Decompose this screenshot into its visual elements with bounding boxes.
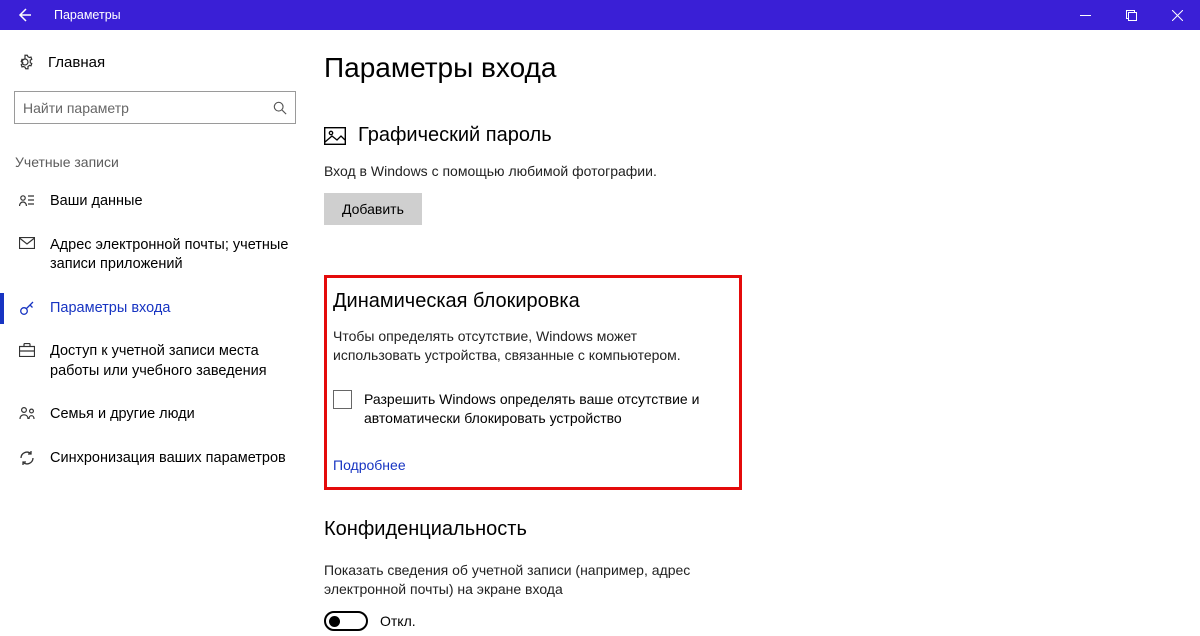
section-heading: Конфиденциальность <box>324 518 1180 541</box>
sidebar-item-label: Ваши данные <box>50 192 143 212</box>
sync-icon <box>18 449 36 466</box>
window-title: Параметры <box>48 8 1062 22</box>
checkbox-label: Разрешить Windows определять ваше отсутс… <box>364 390 704 428</box>
sidebar-item-work-access[interactable]: Доступ к учетной записи места работы или… <box>14 330 296 393</box>
person-card-icon <box>18 192 36 207</box>
sidebar-item-family[interactable]: Семья и другие люди <box>14 393 296 437</box>
mail-icon <box>18 236 36 249</box>
home-link[interactable]: Главная <box>14 47 296 79</box>
sidebar-item-label: Доступ к учетной записи места работы или… <box>50 342 290 381</box>
sidebar-item-signin-options[interactable]: Параметры входа <box>14 287 296 331</box>
page-title: Параметры входа <box>324 52 1180 84</box>
close-button[interactable] <box>1154 0 1200 30</box>
search-input[interactable] <box>23 100 273 116</box>
section-heading: Графический пароль <box>358 124 552 147</box>
sidebar-item-label: Синхронизация ваших параметров <box>50 449 286 469</box>
sidebar-item-label: Параметры входа <box>50 299 170 319</box>
arrow-left-icon <box>16 7 32 23</box>
picture-icon <box>324 127 346 145</box>
sidebar-nav: Ваши данные Адрес электронной почты; уче… <box>14 180 296 481</box>
sidebar-item-your-info[interactable]: Ваши данные <box>14 180 296 224</box>
toggle-state-label: Откл. <box>380 613 416 629</box>
sidebar-item-sync[interactable]: Синхронизация ваших параметров <box>14 437 296 481</box>
content: Параметры входа Графический пароль Вход … <box>306 30 1200 636</box>
dynamic-lock-checkbox[interactable] <box>333 390 352 409</box>
key-icon <box>18 299 36 316</box>
search-box[interactable] <box>14 91 296 124</box>
privacy-toggle[interactable] <box>324 611 368 631</box>
window-controls <box>1062 0 1200 30</box>
section-description: Чтобы определять отсутствие, Windows мож… <box>333 327 723 365</box>
sidebar-item-label: Семья и другие люди <box>50 405 195 425</box>
sidebar-item-email[interactable]: Адрес электронной почты; учетные записи … <box>14 224 296 287</box>
learn-more-link[interactable]: Подробнее <box>333 457 406 473</box>
minimize-button[interactable] <box>1062 0 1108 30</box>
dynamic-lock-section: Динамическая блокировка Чтобы определять… <box>324 275 742 491</box>
sidebar-item-label: Адрес электронной почты; учетные записи … <box>50 236 290 275</box>
section-description: Вход в Windows с помощью любимой фотогра… <box>324 162 744 181</box>
home-label: Главная <box>48 54 105 71</box>
sidebar-group-header: Учетные записи <box>14 154 296 170</box>
briefcase-icon <box>18 342 36 357</box>
add-button[interactable]: Добавить <box>324 193 422 225</box>
titlebar: Параметры <box>0 0 1200 30</box>
people-icon <box>18 405 36 420</box>
toggle-knob <box>329 616 340 627</box>
section-heading: Динамическая блокировка <box>333 290 733 313</box>
sidebar: Главная Учетные записи Ваши данные Адрес… <box>0 30 306 636</box>
dynamic-lock-checkbox-row: Разрешить Windows определять ваше отсутс… <box>333 390 733 428</box>
maximize-button[interactable] <box>1108 0 1154 30</box>
picture-password-section: Графический пароль Вход в Windows с помо… <box>324 124 1180 225</box>
section-description: Показать сведения об учетной записи (нап… <box>324 561 694 599</box>
gear-icon <box>16 53 34 71</box>
search-icon <box>273 101 287 115</box>
back-button[interactable] <box>0 0 48 30</box>
privacy-section: Конфиденциальность Показать сведения об … <box>324 518 1180 631</box>
